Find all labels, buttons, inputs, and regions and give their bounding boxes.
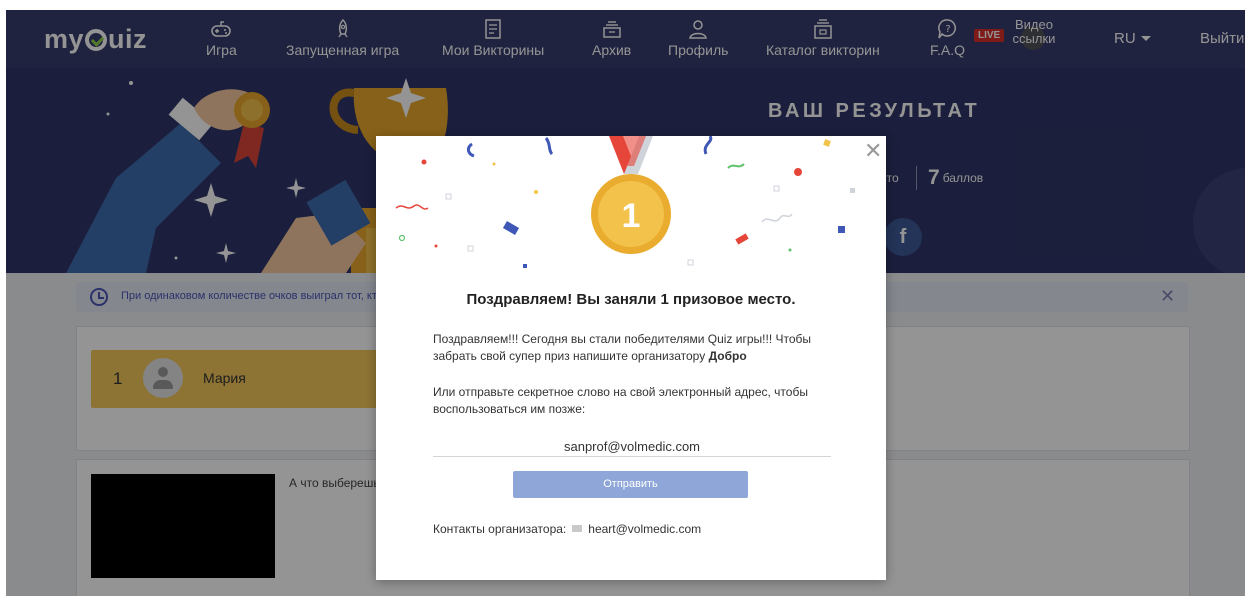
- send-button[interactable]: Отправить: [513, 471, 748, 498]
- congratulations-modal: 1 ✕ Поздравляем! Вы заняли 1 призовое ме…: [376, 136, 886, 580]
- organizer-contacts: Контакты организатора: heart@volmedic.com: [433, 522, 701, 536]
- email-field[interactable]: [433, 436, 831, 457]
- modal-title: Поздравляем! Вы заняли 1 призовое место.: [466, 291, 796, 308]
- secret-word-prompt: Или отправьте секретное слово на свой эл…: [433, 385, 808, 416]
- winner-message: Поздравляем!!! Сегодня вы стали победите…: [433, 331, 833, 365]
- modal-close-button[interactable]: ✕: [864, 140, 882, 162]
- contacts-email[interactable]: heart@volmedic.com: [588, 522, 701, 536]
- organizer-name: Добро: [708, 349, 747, 363]
- contacts-label: Контакты организатора:: [433, 522, 567, 536]
- mail-icon: [572, 525, 583, 532]
- medal-number-text: 1: [622, 197, 641, 234]
- medal-number: 1: [622, 197, 641, 234]
- winner-message-text: Поздравляем!!! Сегодня вы стали победите…: [433, 332, 812, 363]
